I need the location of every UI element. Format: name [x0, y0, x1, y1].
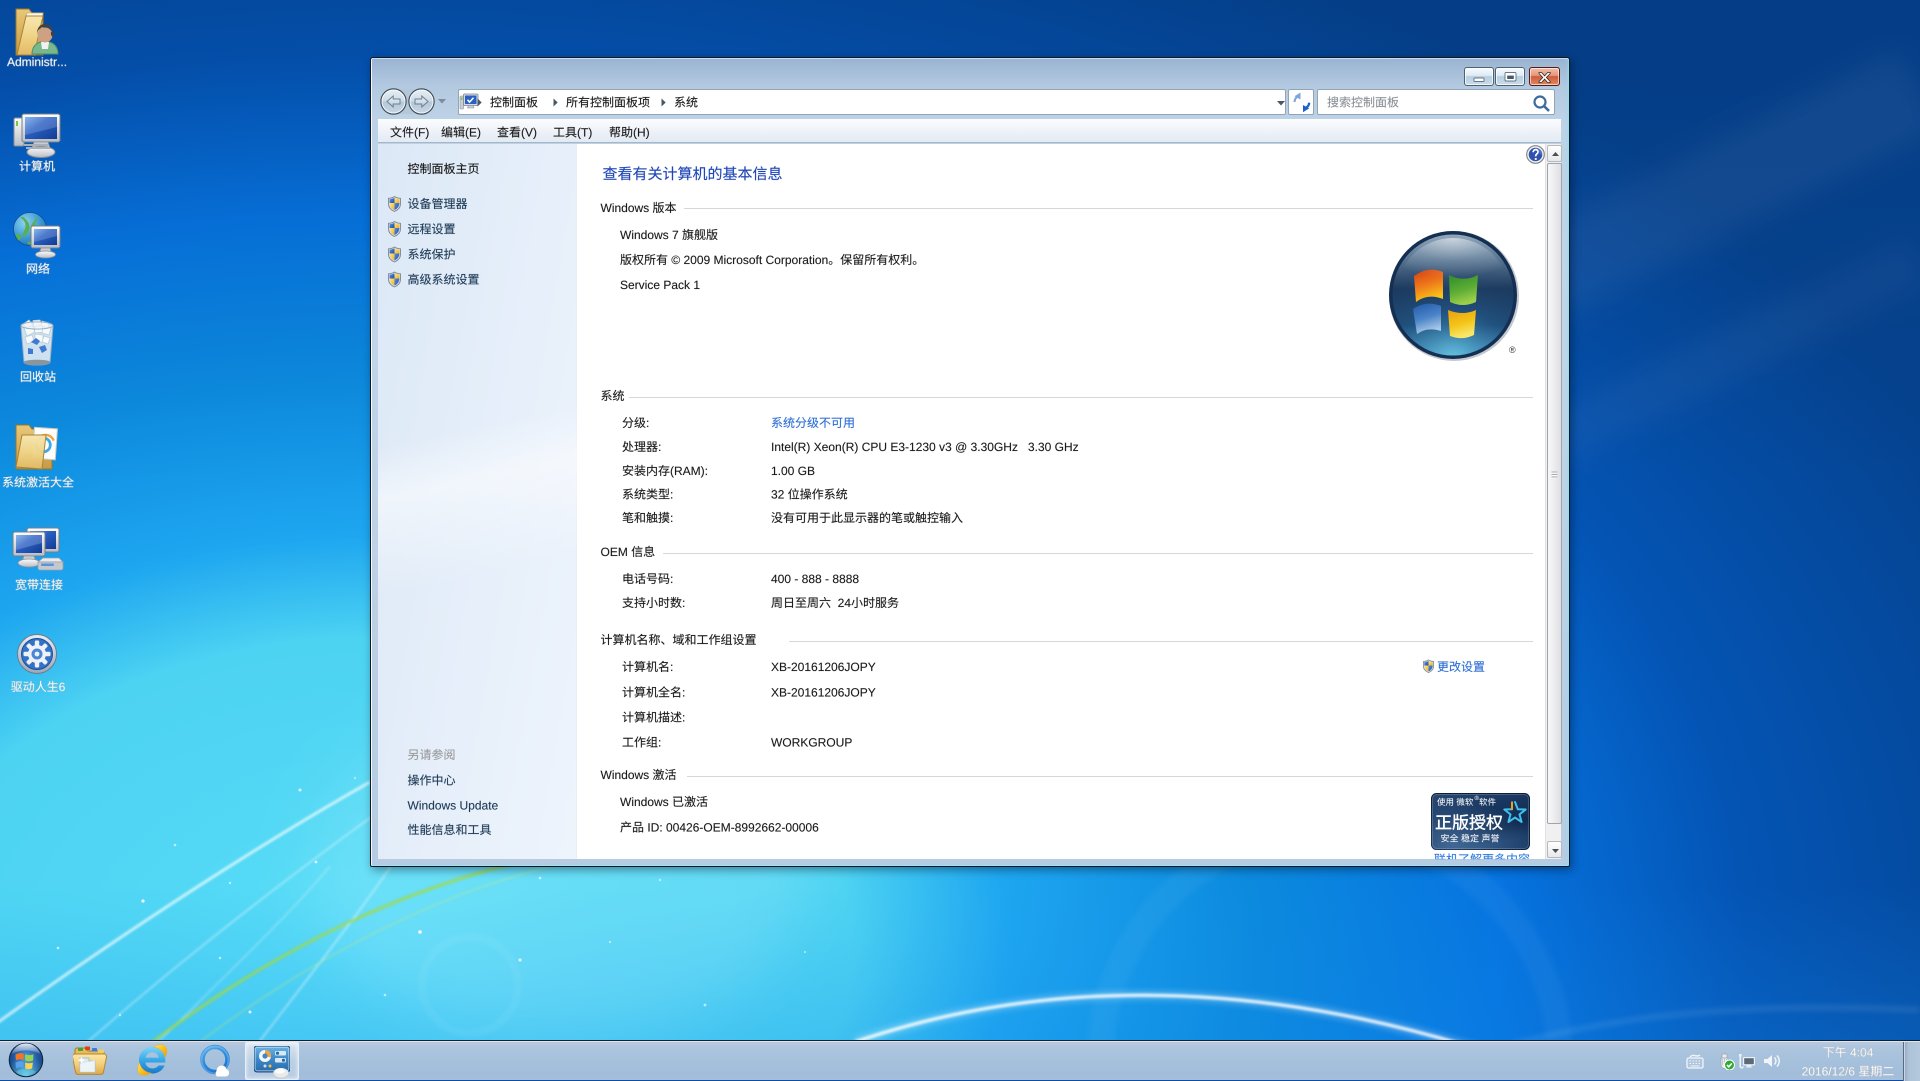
svg-text:®: ® [1509, 345, 1516, 355]
